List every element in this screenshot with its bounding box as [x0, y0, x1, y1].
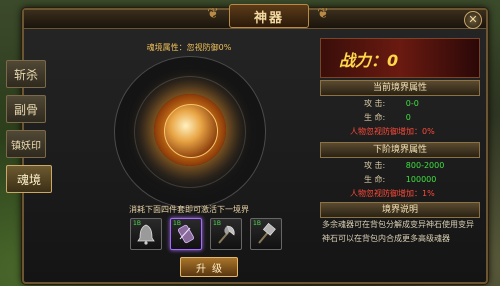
current-attack-value: 0-0 — [405, 99, 419, 108]
tab-hunjing[interactable]: 魂境 — [6, 165, 52, 193]
slot-count: 1B — [213, 220, 221, 227]
life-label: 生 命: — [364, 175, 386, 184]
current-ignore-defense: 人物忽视防御增加：0% — [350, 127, 435, 136]
combat-power: 战力：0 — [339, 51, 399, 70]
slot-count: 1B — [133, 220, 141, 227]
slot-bell[interactable]: 1B — [130, 218, 162, 250]
realm-explain-text: 多余魂器可在背包分解成变异神石使用变异神石可以在背包内合成更多高级魂器 — [322, 220, 474, 243]
artifact-window: ❦ 神器 ❦ ✕ 斩杀 副骨 镇妖印 魂境 魂境属性：忽视防御0% 消耗下面四件… — [6, 4, 488, 284]
realm-attribute: 魂境属性：忽视防御0% — [146, 43, 232, 52]
next-life-value: 100000 — [405, 175, 437, 184]
next-life-row: 生 命: 100000 — [364, 174, 436, 185]
ornament-left-icon: ❦ — [207, 6, 219, 22]
soul-orb-icon — [164, 104, 218, 158]
slot-hammer[interactable]: 1B — [250, 218, 282, 250]
current-life-value: 0 — [405, 113, 411, 122]
side-tabs: 斩杀 副骨 镇妖印 魂境 — [6, 60, 52, 200]
current-life-row: 生 命: 0 — [364, 112, 411, 123]
current-attack-row: 攻 击: 0-0 — [364, 98, 419, 109]
life-label: 生 命: — [364, 113, 386, 122]
upgrade-button[interactable]: 升级 — [180, 257, 238, 277]
tab-zhenyaoyin[interactable]: 镇妖印 — [6, 130, 46, 158]
next-realm-header: 下阶境界属性 — [320, 142, 480, 158]
next-ignore-defense: 人物忽视防御增加：1% — [350, 189, 435, 198]
next-attack-value: 800-2000 — [405, 161, 445, 170]
tab-zhansha[interactable]: 斩杀 — [6, 60, 46, 88]
slot-count: 1B — [173, 220, 181, 227]
combat-power-banner: 战力：0 — [320, 38, 480, 78]
close-button[interactable]: ✕ — [464, 11, 482, 29]
slot-count: 1B — [253, 220, 261, 227]
slot-scroll[interactable]: 1B — [170, 218, 202, 250]
window-title: 神器 — [229, 4, 309, 28]
next-attack-row: 攻 击: 800-2000 — [364, 160, 444, 171]
tab-fugu[interactable]: 副骨 — [6, 95, 46, 123]
realm-explain-header: 境界说明 — [320, 202, 480, 218]
slot-axe[interactable]: 1B — [210, 218, 242, 250]
material-slots: 1B 1B 1B 1B — [130, 218, 290, 250]
current-realm-header: 当前境界属性 — [320, 80, 480, 96]
ornament-right-icon: ❦ — [317, 6, 329, 22]
soul-realm-panel: 魂境属性：忽视防御0% 消耗下面四件套即可激活下一境界 1B 1B 1B 1B … — [60, 28, 318, 280]
activation-hint: 消耗下面四件套即可激活下一境界 — [129, 205, 249, 214]
attack-label: 攻 击: — [364, 161, 386, 170]
attack-label: 攻 击: — [364, 99, 386, 108]
stats-panel: 战力：0 当前境界属性 攻 击: 0-0 生 命: 0 人物忽视防御增加：0% … — [320, 38, 480, 278]
